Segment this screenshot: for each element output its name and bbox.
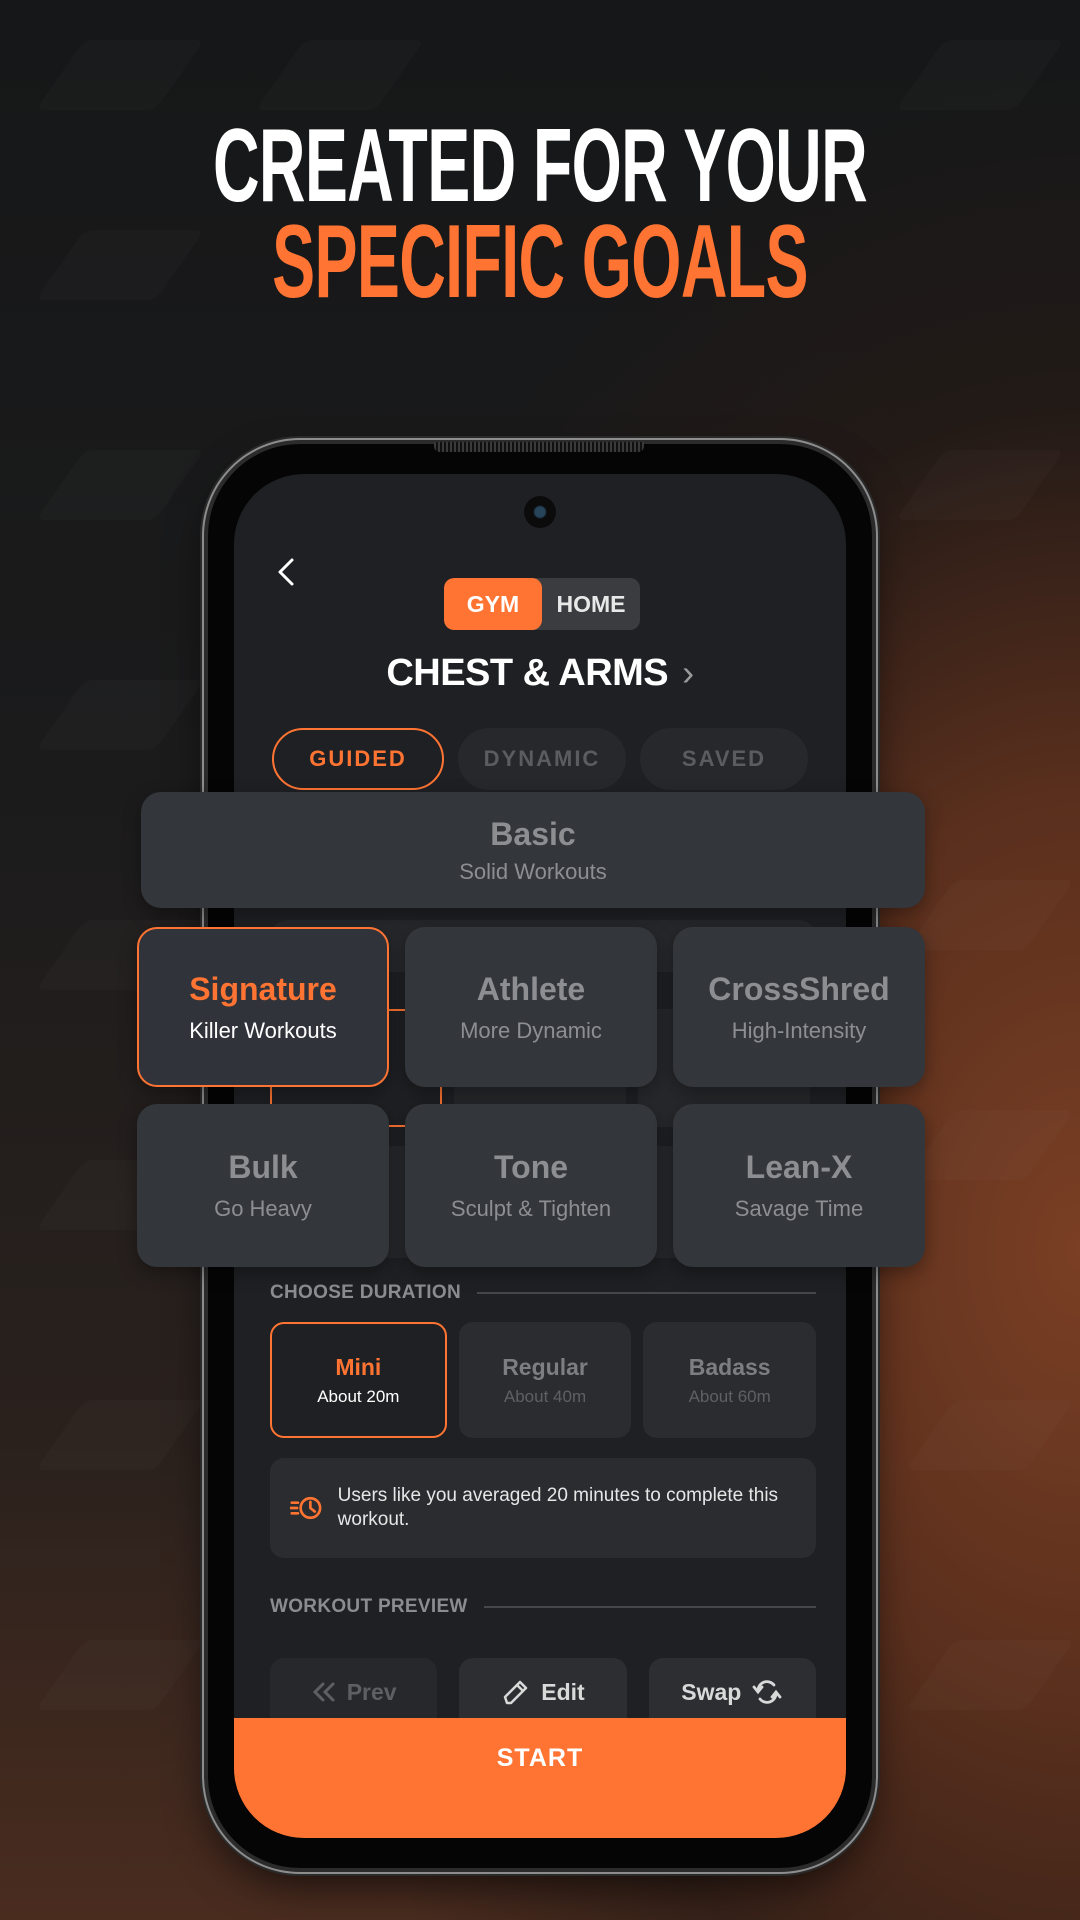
bg-slash: [35, 450, 204, 520]
bg-slash: [35, 1640, 204, 1710]
duration-subtitle: About 40m: [503, 1386, 587, 1406]
double-chevron-left-icon: [312, 1682, 335, 1702]
toggle-gym[interactable]: GYM: [444, 578, 542, 630]
back-button[interactable]: [272, 552, 302, 592]
front-camera: [524, 496, 556, 528]
choose-duration-label: CHOOSE DURATION: [270, 1282, 816, 1304]
style-title: Lean-X: [745, 1149, 853, 1185]
headline-line-1: CREATED FOR YOUR: [212, 108, 868, 224]
bg-slash: [905, 880, 1074, 950]
duration-title: Mini: [335, 1353, 382, 1380]
style-title: Tone: [493, 1149, 569, 1185]
duration-badass[interactable]: Badass About 60m: [643, 1322, 817, 1438]
style-subtitle: Savage Time: [734, 1196, 864, 1221]
bg-slash: [35, 680, 204, 750]
duration-regular[interactable]: Regular About 40m: [458, 1322, 632, 1438]
bg-slash: [905, 1400, 1074, 1470]
bg-slash: [895, 450, 1064, 520]
muscle-group-title[interactable]: CHEST & ARMS ›: [234, 652, 846, 695]
chevron-right-icon: ›: [682, 652, 694, 693]
style-title: Signature: [189, 970, 337, 1007]
style-card-crossshred[interactable]: CrossShred High-Intensity: [673, 927, 925, 1087]
mode-tabs: GUIDED DYNAMIC SAVED: [272, 728, 808, 790]
pencil-icon: [504, 1680, 528, 1705]
style-card-signature[interactable]: Signature Killer Workouts: [137, 927, 389, 1087]
duration-subtitle: About 20m: [317, 1386, 400, 1406]
bg-slash: [895, 40, 1064, 110]
section-label-text: CHOOSE DURATION: [270, 1282, 461, 1303]
bg-slash: [35, 40, 204, 110]
bg-slash: [905, 1640, 1074, 1710]
style-card-tone[interactable]: Tone Sculpt & Tighten: [405, 1104, 657, 1267]
average-time-info: Users like you averaged 20 minutes to co…: [270, 1458, 816, 1558]
duration-subtitle: About 60m: [688, 1386, 771, 1406]
style-title: Bulk: [228, 1149, 298, 1185]
style-subtitle: High-Intensity: [731, 1017, 867, 1043]
edit-label: Edit: [541, 1678, 585, 1705]
duration-options: Mini About 20m Regular About 40m Badass …: [270, 1322, 817, 1438]
headline-line-2: SPECIFIC GOALS: [272, 204, 808, 320]
style-subtitle: Killer Workouts: [189, 1017, 337, 1043]
divider: [483, 1606, 816, 1608]
bg-slash: [35, 1400, 204, 1470]
style-title: CrossShred: [708, 970, 890, 1007]
duration-mini[interactable]: Mini About 20m: [270, 1322, 447, 1438]
workout-preview-label: WORKOUT PREVIEW: [270, 1596, 816, 1618]
style-card-athlete[interactable]: Athlete More Dynamic: [405, 927, 657, 1087]
style-card-basic[interactable]: Basic Solid Workouts: [141, 792, 925, 908]
bg-slash: [255, 40, 424, 110]
duration-title: Regular: [502, 1353, 588, 1380]
start-button[interactable]: START: [234, 1718, 846, 1838]
phone-speaker-grille: [434, 442, 644, 452]
chevron-left-icon: [278, 558, 294, 586]
style-card-lean-x[interactable]: Lean-X Savage Time: [673, 1104, 925, 1267]
tab-dynamic[interactable]: DYNAMIC: [458, 728, 626, 790]
headline: CREATED FOR YOUR SPECIFIC GOALS: [0, 108, 1080, 320]
style-subtitle: Sculpt & Tighten: [450, 1196, 612, 1221]
style-subtitle: More Dynamic: [460, 1017, 602, 1043]
bg-slash: [905, 1110, 1074, 1180]
swap-icon: [752, 1680, 782, 1704]
fast-clock-icon: [290, 1496, 322, 1520]
swap-label: Swap: [681, 1678, 742, 1705]
style-card-bulk[interactable]: Bulk Go Heavy: [137, 1104, 389, 1267]
divider: [476, 1292, 816, 1294]
info-text: Users like you averaged 20 minutes to co…: [337, 1485, 779, 1530]
tab-guided[interactable]: GUIDED: [272, 728, 444, 790]
style-subtitle: Solid Workouts: [459, 858, 607, 884]
prev-label: Prev: [346, 1678, 397, 1705]
style-title: Athlete: [476, 970, 586, 1007]
tab-saved[interactable]: SAVED: [640, 728, 808, 790]
section-label-text: WORKOUT PREVIEW: [270, 1596, 468, 1617]
duration-title: Badass: [688, 1353, 771, 1380]
toggle-home[interactable]: HOME: [542, 578, 640, 630]
style-title: Basic: [490, 815, 576, 852]
title-text: CHEST & ARMS: [386, 652, 669, 694]
style-subtitle: Go Heavy: [214, 1196, 312, 1221]
location-toggle: GYM HOME: [444, 578, 640, 630]
